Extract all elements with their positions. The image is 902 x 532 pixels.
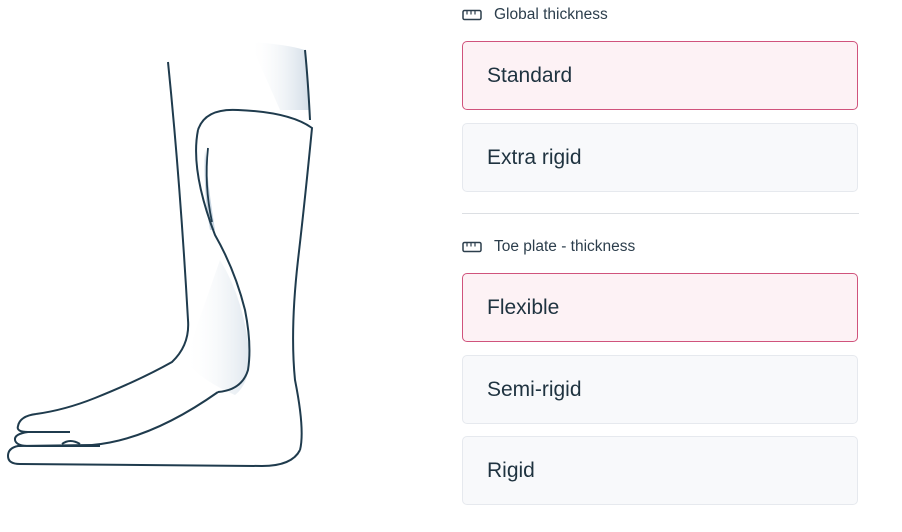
section-title: Toe plate - thickness <box>494 238 636 255</box>
section-title: Global thickness <box>494 6 608 23</box>
foot-orthosis-illustration <box>6 42 314 468</box>
toe-plate-thickness-label: Toe plate - thickness <box>462 236 635 258</box>
option-label: Flexible <box>487 295 560 319</box>
option-label: Standard <box>487 63 573 87</box>
option-label: Extra rigid <box>487 145 582 169</box>
ruler-icon <box>462 9 482 21</box>
option-flexible[interactable]: Flexible <box>462 273 858 342</box>
option-extra-rigid[interactable]: Extra rigid <box>462 123 858 192</box>
option-rigid[interactable]: Rigid <box>462 436 858 505</box>
option-label: Semi-rigid <box>487 377 582 401</box>
ruler-icon <box>462 241 482 253</box>
option-standard[interactable]: Standard <box>462 41 858 110</box>
option-semi-rigid[interactable]: Semi-rigid <box>462 355 858 424</box>
option-label: Rigid <box>487 458 535 482</box>
section-divider <box>462 213 859 214</box>
global-thickness-label: Global thickness <box>462 4 608 26</box>
